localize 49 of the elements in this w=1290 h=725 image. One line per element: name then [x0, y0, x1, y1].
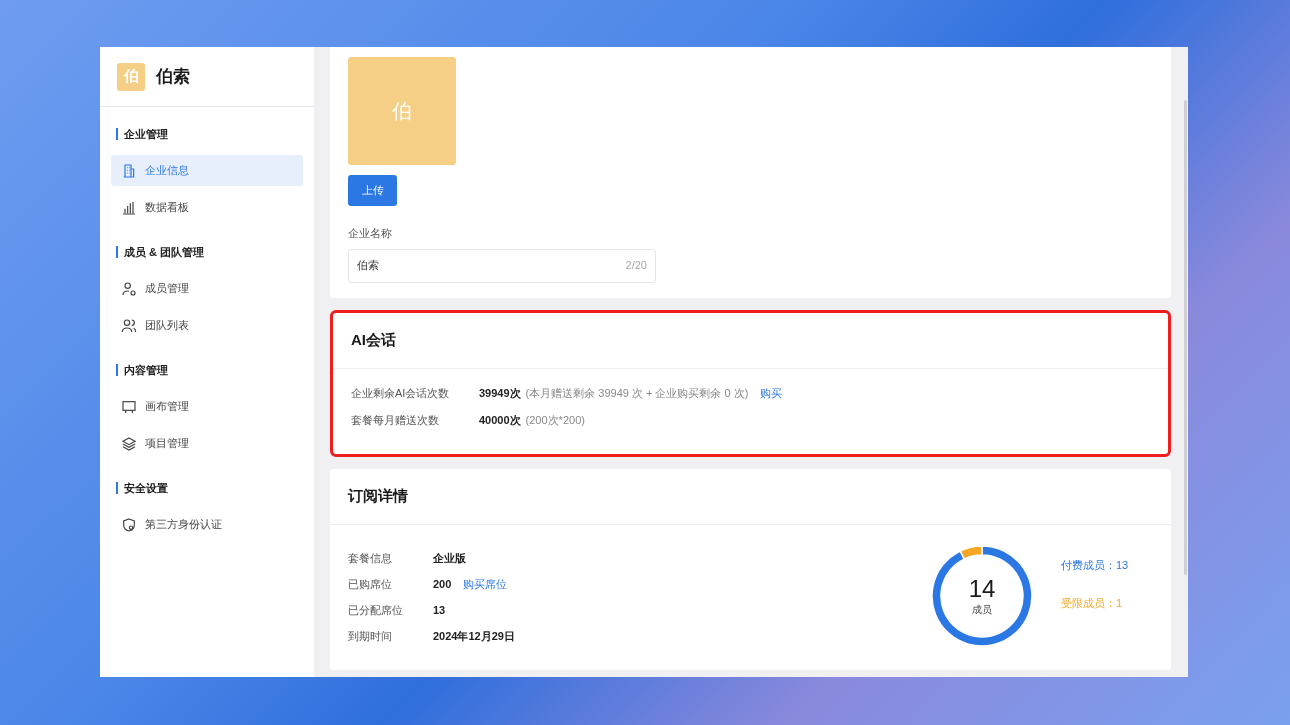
- info-value: 40000次: [479, 412, 521, 428]
- info-value: 13: [433, 602, 446, 618]
- info-value: 2024年12月29日: [433, 628, 515, 644]
- user-gear-icon: [121, 280, 137, 297]
- scrollbar[interactable]: [1184, 100, 1187, 575]
- member-total-label: 成员: [972, 602, 992, 617]
- sidebar-item[interactable]: 画布管理: [111, 391, 303, 422]
- card-title: AI会话: [351, 330, 396, 351]
- company-name-field[interactable]: 伯索 2/20: [348, 248, 656, 283]
- sidebar-item[interactable]: 数据看板: [111, 192, 303, 223]
- info-value: 39949次: [479, 385, 521, 401]
- brand-name: 伯索: [156, 65, 190, 88]
- layers-icon: [121, 435, 137, 452]
- section-title: 企业管理: [124, 126, 168, 142]
- info-label: 套餐信息: [348, 550, 393, 566]
- section-title: 成员 & 团队管理: [124, 244, 205, 260]
- legend-label: 受限成员：1: [1061, 595, 1124, 611]
- info-label: 已购席位: [348, 576, 393, 592]
- field-value: 伯索: [357, 258, 379, 274]
- shield-gear-icon: [121, 516, 137, 533]
- info-detail: (200次*200): [525, 412, 585, 428]
- field-label: 企业名称: [348, 226, 392, 241]
- info-value: 200: [433, 576, 452, 592]
- info-value: 企业版: [433, 550, 466, 566]
- info-label: 到期时间: [348, 628, 393, 644]
- buy-seats-link[interactable]: 购买席位: [463, 575, 508, 593]
- legend-label: 付费成员：13: [1061, 558, 1130, 573]
- sidebar-item[interactable]: 团队列表: [111, 310, 303, 341]
- company-avatar: 伯: [348, 57, 456, 165]
- info-label: 套餐每月赠送次数: [351, 412, 440, 428]
- info-label: 企业剩余AI会话次数: [351, 385, 451, 401]
- card-title: 订阅详情: [348, 486, 408, 507]
- sidebar-item[interactable]: 成员管理: [111, 273, 303, 304]
- buy-link[interactable]: 购买: [760, 384, 783, 402]
- sidebar-item[interactable]: 第三方身份认证: [111, 509, 303, 540]
- sidebar-item[interactable]: 项目管理: [111, 428, 303, 459]
- section-title: 安全设置: [124, 480, 168, 496]
- info-label: 已分配席位: [348, 602, 404, 618]
- member-total: 14: [968, 575, 996, 602]
- info-detail: (本月赠送剩余 39949 次 + 企业购买剩余 0 次): [525, 385, 749, 401]
- bar-chart-icon: [121, 199, 137, 216]
- section-title: 内容管理: [124, 362, 168, 378]
- upload-button[interactable]: 上传: [348, 175, 397, 206]
- building-icon: [121, 162, 137, 179]
- board-icon: [121, 398, 137, 415]
- users-icon: [121, 317, 137, 334]
- sidebar-item[interactable]: 企业信息: [111, 155, 303, 186]
- character-counter: 2/20: [625, 258, 647, 274]
- logo-mark: 伯: [117, 62, 145, 91]
